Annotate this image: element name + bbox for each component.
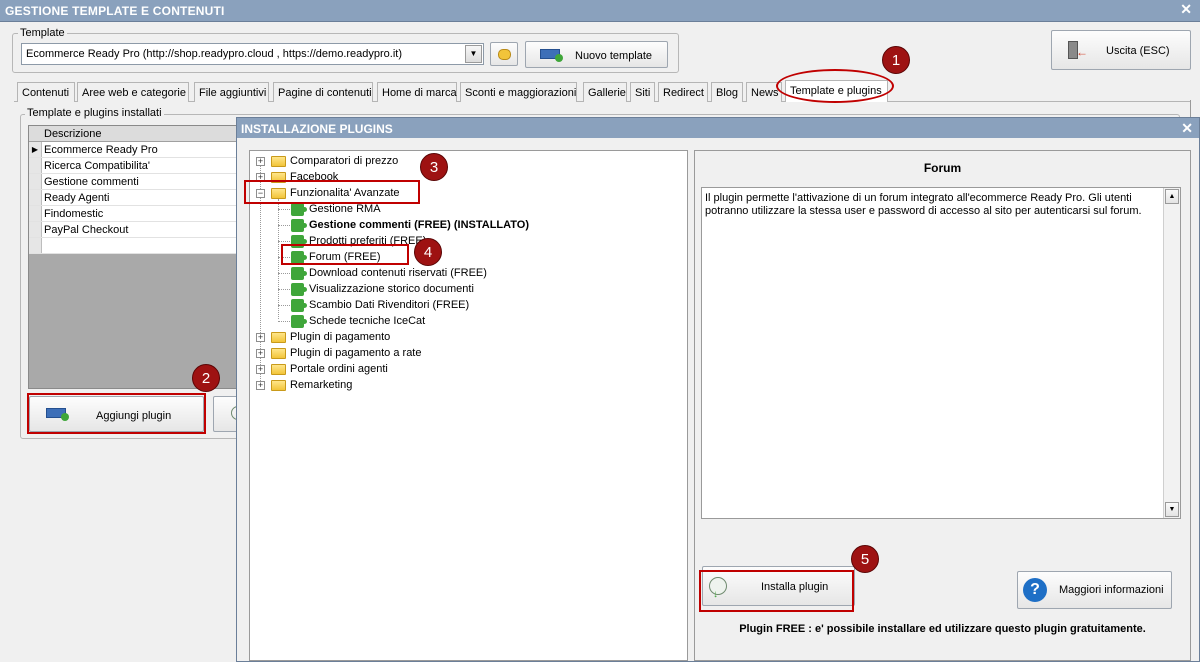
plugin-title: Forum bbox=[923, 161, 962, 175]
table-row[interactable]: Findomestic bbox=[29, 206, 242, 222]
expand-icon[interactable]: + bbox=[256, 333, 265, 342]
tree-node-plugin-pagamento[interactable]: + Plugin di pagamento bbox=[250, 329, 450, 345]
installed-group-label: Template e plugins installati bbox=[25, 107, 164, 119]
tab-aree-web[interactable]: Aree web e categorie bbox=[77, 82, 189, 102]
callout-4: 4 bbox=[414, 238, 442, 266]
table-row-empty[interactable] bbox=[29, 238, 242, 254]
puzzle-icon bbox=[291, 299, 307, 312]
tab-contenuti[interactable]: Contenuti bbox=[17, 82, 75, 102]
question-icon: ? bbox=[1023, 578, 1047, 602]
plugin-footer-note: Plugin FREE : e' possibile installare ed… bbox=[739, 623, 1146, 635]
tree-node-portale-agenti[interactable]: + Portale ordini agenti bbox=[250, 361, 450, 377]
tree-node-download-contenuti[interactable]: Download contenuti riservati (FREE) bbox=[250, 265, 550, 281]
expand-icon[interactable]: + bbox=[256, 349, 265, 358]
callout-5: 5 bbox=[851, 545, 879, 573]
callout-3: 3 bbox=[420, 153, 448, 181]
highlight-forum bbox=[281, 244, 409, 265]
tab-highlight-ellipse bbox=[776, 69, 894, 103]
more-info-button[interactable]: ? Maggiori informazioni bbox=[1017, 571, 1172, 609]
exit-label: Uscita (ESC) bbox=[1106, 45, 1170, 57]
tab-pagine-contenuti[interactable]: Pagine di contenuti bbox=[273, 82, 373, 102]
callout-1: 1 bbox=[882, 46, 910, 74]
puzzle-icon bbox=[291, 219, 307, 232]
table-row[interactable]: Ready Agenti bbox=[29, 190, 242, 206]
exit-button[interactable]: ← Uscita (ESC) bbox=[1051, 30, 1191, 70]
tab-home-marca[interactable]: Home di marca bbox=[377, 82, 457, 102]
close-icon[interactable]: ✕ bbox=[1180, 1, 1192, 18]
expand-icon[interactable]: + bbox=[256, 365, 265, 374]
table-row[interactable]: PayPal Checkout bbox=[29, 222, 242, 238]
plugin-description: Il plugin permette l'attivazione di un f… bbox=[705, 192, 1142, 217]
description-scrollbar[interactable]: ▲ ▼ bbox=[1163, 188, 1180, 518]
tree-node-pagamento-rate[interactable]: + Plugin di pagamento a rate bbox=[250, 345, 450, 361]
highlight-add-plugin bbox=[27, 393, 206, 434]
template-select-value: Ecommerce Ready Pro (http://shop.readypr… bbox=[26, 48, 403, 60]
puzzle-icon bbox=[291, 283, 307, 296]
template-select[interactable]: Ecommerce Ready Pro (http://shop.readypr… bbox=[21, 43, 484, 65]
tab-redirect[interactable]: Redirect bbox=[658, 82, 708, 102]
row-pointer-icon: ▶ bbox=[29, 142, 42, 157]
tree-node-storico-documenti[interactable]: Visualizzazione storico documenti bbox=[250, 281, 550, 297]
tree-node-gestione-commenti[interactable]: Gestione commenti (FREE) (INSTALLATO) bbox=[250, 217, 570, 233]
scroll-down-icon[interactable]: ▼ bbox=[1165, 502, 1179, 517]
tab-blog[interactable]: Blog bbox=[711, 82, 743, 102]
expand-icon[interactable]: + bbox=[256, 157, 265, 166]
open-template-button[interactable] bbox=[490, 42, 518, 66]
chevron-down-icon[interactable]: ▼ bbox=[465, 45, 482, 63]
installed-table[interactable]: Descrizione ▶ Ecommerce Ready Pro Ricerc… bbox=[28, 125, 243, 389]
highlight-install bbox=[699, 570, 854, 612]
expand-icon[interactable]: + bbox=[256, 381, 265, 390]
tab-gallerie[interactable]: Gallerie bbox=[583, 82, 627, 102]
tab-siti[interactable]: Siti bbox=[630, 82, 655, 102]
tab-file-aggiuntivi[interactable]: File aggiuntivi bbox=[194, 82, 269, 102]
tree-node-icecat[interactable]: Schede tecniche IceCat bbox=[250, 313, 550, 329]
plugin-tree[interactable]: + Comparatori di prezzo + Facebook − Fun… bbox=[249, 150, 688, 661]
dialog-close-icon[interactable]: ✕ bbox=[1181, 120, 1193, 137]
database-icon bbox=[498, 49, 511, 60]
folder-icon bbox=[271, 380, 286, 391]
template-group-label: Template bbox=[18, 27, 67, 39]
folder-icon bbox=[271, 348, 286, 359]
main-titlebar: GESTIONE TEMPLATE E CONTENUTI ✕ bbox=[0, 0, 1200, 22]
table-row[interactable]: Gestione commenti bbox=[29, 174, 242, 190]
folder-icon bbox=[271, 332, 286, 343]
callout-2: 2 bbox=[192, 364, 220, 392]
puzzle-icon bbox=[291, 315, 307, 328]
tree-node-scambio-dati[interactable]: Scambio Dati Rivenditori (FREE) bbox=[250, 297, 550, 313]
folder-icon bbox=[271, 364, 286, 375]
highlight-funzionalita bbox=[244, 180, 420, 204]
dialog-titlebar: INSTALLAZIONE PLUGINS ✕ bbox=[237, 118, 1199, 138]
tree-node-remarketing[interactable]: + Remarketing bbox=[250, 377, 450, 393]
folder-icon bbox=[271, 156, 286, 167]
table-header: Descrizione bbox=[29, 126, 242, 142]
plugin-description-box[interactable]: Il plugin permette l'attivazione di un f… bbox=[701, 187, 1181, 519]
puzzle-icon bbox=[291, 203, 307, 216]
column-descrizione: Descrizione bbox=[44, 128, 102, 140]
puzzle-icon bbox=[291, 267, 307, 280]
scroll-up-icon[interactable]: ▲ bbox=[1165, 189, 1179, 204]
new-template-label: Nuovo template bbox=[575, 50, 653, 62]
window-title: GESTIONE TEMPLATE E CONTENUTI bbox=[5, 4, 225, 18]
new-template-button[interactable]: Nuovo template bbox=[525, 41, 668, 68]
table-row[interactable]: Ricerca Compatibilita' bbox=[29, 158, 242, 174]
more-info-label: Maggiori informazioni bbox=[1059, 584, 1164, 596]
dialog-title: INSTALLAZIONE PLUGINS bbox=[241, 122, 393, 136]
table-row[interactable]: ▶ Ecommerce Ready Pro bbox=[29, 142, 242, 158]
tab-sconti[interactable]: Sconti e maggiorazioni bbox=[460, 82, 577, 102]
